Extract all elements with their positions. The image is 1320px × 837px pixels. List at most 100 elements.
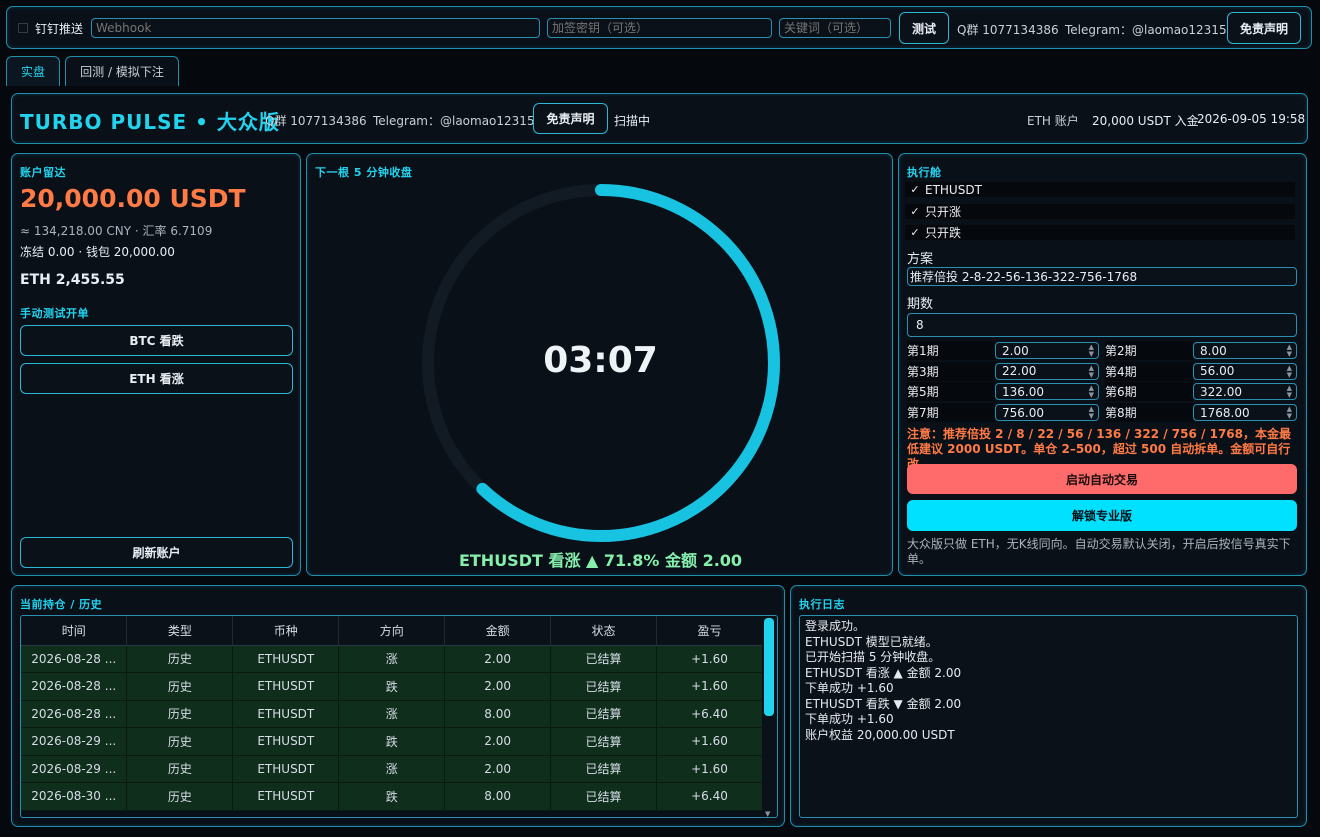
table-cell: +1.60 bbox=[656, 672, 763, 701]
period-label: 第1期 bbox=[907, 341, 995, 360]
positions-table-wrap: 时间 类型 币种 方向 金额 状态 盈亏 2026-08-28 ... 历史 ETHUSDT 涨 2… bbox=[20, 615, 778, 818]
unlock-pro-button[interactable]: 解锁专业版 bbox=[907, 500, 1297, 531]
period-amount-value: 1768.00 bbox=[1200, 405, 1250, 420]
countdown-panel: 下一根 5 分钟收盘 03:07 ETHUSDT 看涨 ▲ 71.8% 金额 2… bbox=[306, 153, 893, 576]
webhook-input[interactable] bbox=[91, 18, 540, 38]
test-button[interactable]: 测试 bbox=[899, 12, 949, 44]
scrollbar-thumb[interactable] bbox=[764, 618, 774, 716]
header-telegram: Telegram：@laomao12315 bbox=[373, 114, 535, 128]
period-amount-value: 2.00 bbox=[1002, 343, 1029, 358]
table-cell: 历史 bbox=[126, 782, 234, 811]
period-label: 第4期 bbox=[1105, 361, 1193, 381]
spinner-icon[interactable]: ▲ ▼ bbox=[1287, 344, 1292, 358]
scroll-down-icon[interactable]: ▼ bbox=[765, 810, 770, 817]
tab-live[interactable]: 实盘 bbox=[6, 56, 60, 86]
period-label: 第8期 bbox=[1105, 403, 1193, 423]
check-icon: ✓ bbox=[910, 226, 920, 239]
column-header[interactable]: 币种 bbox=[232, 616, 340, 646]
app-header: TURBO PULSE • 大众版 Q群 1077134386 Telegram… bbox=[11, 93, 1308, 144]
log-line: 下单成功 +1.60 bbox=[805, 712, 894, 726]
column-header[interactable]: 盈亏 bbox=[656, 616, 763, 646]
disclaimer-button[interactable]: 免责声明 bbox=[1227, 12, 1301, 44]
table-row[interactable]: 2026-08-28 ... 历史 ETHUSDT 跌 2.00 已结算 +1.60 bbox=[21, 672, 763, 701]
periods-label: 期数 bbox=[907, 297, 934, 312]
log-line: 下单成功 +1.60 bbox=[805, 681, 894, 695]
dingtalk-checkbox[interactable] bbox=[18, 23, 28, 33]
positions-table: 时间 类型 币种 方向 金额 状态 盈亏 2026-08-28 ... 历史 ETHUSDT 涨 2… bbox=[21, 616, 763, 811]
tab-backtest[interactable]: 回测 / 模拟下注 bbox=[65, 56, 179, 86]
table-cell: +1.60 bbox=[656, 755, 763, 783]
start-auto-trade-button[interactable]: 启动自动交易 bbox=[907, 464, 1297, 494]
table-cell: 跌 bbox=[338, 782, 446, 811]
table-row[interactable]: 2026-08-28 ... 历史 ETHUSDT 涨 2.00 已结算 +1.60 bbox=[21, 645, 763, 673]
check-only-up[interactable]: ✓ 只开涨 bbox=[905, 204, 1295, 219]
log-line: ETHUSDT 模型已就绪。 bbox=[805, 634, 938, 649]
column-header[interactable]: 时间 bbox=[21, 616, 128, 646]
check-ethusdt[interactable]: ✓ ETHUSDT bbox=[905, 182, 1295, 197]
table-cell: 2.00 bbox=[444, 755, 552, 783]
table-cell: 2.00 bbox=[444, 727, 552, 756]
table-cell: 2026-08-29 ... bbox=[21, 727, 128, 756]
scrollbar-track[interactable]: ▼ bbox=[762, 616, 777, 817]
header-disclaimer-button[interactable]: 免责声明 bbox=[533, 103, 608, 134]
table-cell: 2026-08-29 ... bbox=[21, 755, 128, 783]
table-row[interactable]: 2026-08-30 ... 历史 ETHUSDT 跌 8.00 已结算 +6.40 bbox=[21, 782, 763, 811]
column-header[interactable]: 状态 bbox=[550, 616, 658, 646]
period-amount-input[interactable]: 1768.00 ▲ ▼ bbox=[1193, 404, 1297, 422]
account-balance: 20,000.00 USDT bbox=[20, 184, 246, 213]
log-box: 登录成功。 ETHUSDT 模型已就绪。 已开始扫描 5 分钟收盘。 ETHUSDT … bbox=[799, 615, 1298, 818]
btc-down-button[interactable]: BTC 看跌 bbox=[20, 325, 293, 356]
period-label: 第6期 bbox=[1105, 382, 1193, 402]
log-line: ETHUSDT 看跌 ▼ 金额 2.00 bbox=[805, 696, 962, 711]
table-row[interactable]: 2026-08-29 ... 历史 ETHUSDT 涨 2.00 已结算 +1.60 bbox=[21, 755, 763, 783]
countdown-title: 下一根 5 分钟收盘 bbox=[315, 166, 413, 179]
secret-input[interactable] bbox=[547, 18, 772, 38]
period-label: 第7期 bbox=[907, 403, 995, 423]
table-cell: +6.40 bbox=[656, 700, 763, 728]
table-row[interactable]: 2026-08-29 ... 历史 ETHUSDT 跌 2.00 已结算 +1.60 bbox=[21, 727, 763, 756]
table-cell: 已结算 bbox=[550, 755, 658, 783]
eth-up-button[interactable]: ETH 看涨 bbox=[20, 363, 293, 394]
column-header[interactable]: 金额 bbox=[444, 616, 552, 646]
cny-line: ≈ 134,218.00 CNY · 汇率 6.7109 bbox=[20, 224, 213, 238]
period-amount-input[interactable]: 756.00 ▲ ▼ bbox=[995, 404, 1099, 422]
period-amount-input[interactable]: 8.00 ▲ ▼ bbox=[1193, 342, 1297, 359]
log-title: 执行日志 bbox=[799, 598, 845, 611]
refresh-account-button[interactable]: 刷新账户 bbox=[20, 537, 293, 568]
table-cell: 跌 bbox=[338, 727, 446, 756]
exec-title: 执行舱 bbox=[907, 166, 942, 179]
column-header[interactable]: 类型 bbox=[126, 616, 234, 646]
eth-price: ETH 2,455.55 bbox=[20, 272, 125, 288]
spinner-icon[interactable]: ▲ ▼ bbox=[1089, 364, 1094, 379]
account-panel: 账户留达 20,000.00 USDT ≈ 134,218.00 CNY · 汇… bbox=[11, 153, 301, 576]
period-amount-input[interactable]: 322.00 ▲ ▼ bbox=[1193, 383, 1297, 401]
table-cell: +1.60 bbox=[656, 727, 763, 756]
spinner-icon[interactable]: ▲ ▼ bbox=[1089, 385, 1094, 399]
table-row[interactable]: 2026-08-28 ... 历史 ETHUSDT 涨 8.00 已结算 +6.40 bbox=[21, 700, 763, 728]
column-header[interactable]: 方向 bbox=[338, 616, 446, 646]
spinner-icon[interactable]: ▲ ▼ bbox=[1287, 406, 1292, 420]
check-label: ETHUSDT bbox=[925, 182, 982, 197]
keyword-input[interactable] bbox=[779, 18, 891, 38]
period-amount-input[interactable]: 2.00 ▲ ▼ bbox=[995, 342, 1099, 359]
period-label: 第2期 bbox=[1105, 341, 1193, 360]
table-cell: 2026-08-28 ... bbox=[21, 645, 128, 673]
table-cell: 8.00 bbox=[444, 700, 552, 728]
plan-select[interactable]: 推荐倍投 2-8-22-56-136-322-756-1768 bbox=[907, 267, 1297, 286]
spinner-icon[interactable]: ▲ ▼ bbox=[1287, 385, 1292, 399]
period-label: 第5期 bbox=[907, 382, 995, 402]
period-amount-input[interactable]: 22.00 ▲ ▼ bbox=[995, 362, 1099, 380]
table-cell: 已结算 bbox=[550, 700, 658, 728]
log-line: 登录成功。 bbox=[805, 619, 866, 633]
table-cell: 已结算 bbox=[550, 782, 658, 811]
check-only-down[interactable]: ✓ 只开跌 bbox=[905, 225, 1295, 240]
check-icon: ✓ bbox=[910, 183, 920, 196]
period-amount-input[interactable]: 136.00 ▲ ▼ bbox=[995, 383, 1099, 401]
spinner-icon[interactable]: ▲ ▼ bbox=[1287, 364, 1292, 379]
spinner-icon[interactable]: ▲ ▼ bbox=[1089, 344, 1094, 358]
table-cell: 2.00 bbox=[444, 645, 552, 673]
periods-input[interactable]: 8 bbox=[907, 313, 1297, 337]
period-amount-input[interactable]: 56.00 ▲ ▼ bbox=[1193, 362, 1297, 380]
table-cell: 历史 bbox=[126, 645, 234, 673]
spinner-icon[interactable]: ▲ ▼ bbox=[1089, 406, 1094, 420]
